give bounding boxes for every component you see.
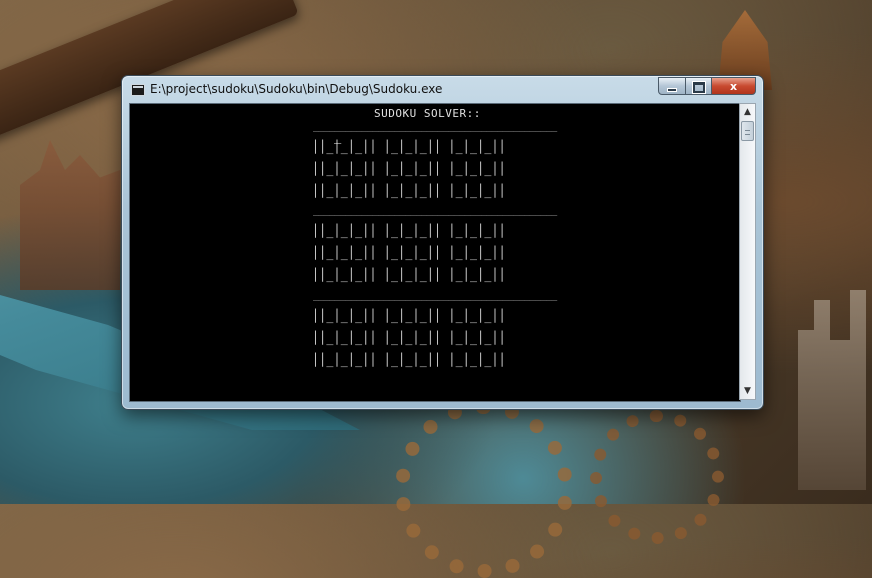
board-row: ||_|_|_|| |_|_|_|| |_|_|_|| xyxy=(312,180,506,199)
maximize-icon xyxy=(692,81,705,93)
console-window[interactable]: E:\project\sudoku\Sudoku\bin\Debug\Sudok… xyxy=(121,75,764,410)
close-icon: x xyxy=(729,80,738,93)
console-output[interactable]: SUDOKU SOLVER:: ________________________… xyxy=(129,103,741,402)
board-row: ||_|_|_|| |_|_|_|| |_|_|_|| xyxy=(312,264,506,283)
scroll-up-arrow-icon[interactable]: ▲ xyxy=(740,104,755,120)
text-cursor: _ xyxy=(334,130,342,144)
minimize-icon xyxy=(667,88,677,92)
scroll-down-arrow-icon[interactable]: ▼ xyxy=(740,383,755,399)
band-separator: ________________________________________… xyxy=(313,121,557,132)
band-separator: ________________________________________… xyxy=(313,290,557,301)
maximize-button[interactable] xyxy=(685,77,712,95)
wallpaper-gear-small xyxy=(590,410,724,544)
wallpaper-gear xyxy=(395,400,573,578)
title-bar[interactable]: E:\project\sudoku\Sudoku\bin\Debug\Sudok… xyxy=(122,76,763,103)
window-title: E:\project\sudoku\Sudoku\bin\Debug\Sudok… xyxy=(150,82,443,96)
band-separator: ________________________________________… xyxy=(313,205,557,216)
wallpaper-castle-left xyxy=(20,140,120,290)
wallpaper-tower-right xyxy=(798,290,866,490)
console-heading: SUDOKU SOLVER:: xyxy=(374,107,481,120)
console-app-icon[interactable] xyxy=(131,84,145,96)
vertical-scrollbar[interactable]: ▲ ▼ xyxy=(739,103,756,400)
board-row: ||_|_|_|| |_|_|_|| |_|_|_|| xyxy=(312,349,506,368)
minimize-button[interactable] xyxy=(658,77,686,95)
close-button[interactable]: x xyxy=(711,77,756,95)
scroll-thumb[interactable] xyxy=(741,121,754,141)
